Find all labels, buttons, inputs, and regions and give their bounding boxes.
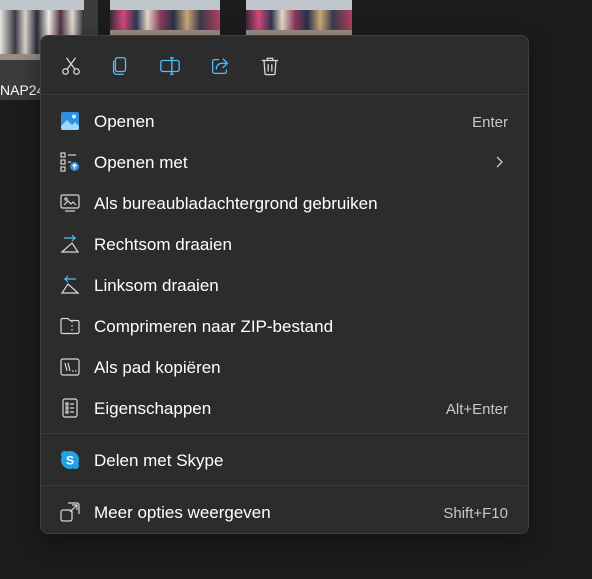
menu-item-properties[interactable]: Eigenschappen Alt+Enter [45,389,524,427]
menu-item-label: Linksom draaien [94,276,219,295]
menu-item-rotate-right[interactable]: Rechtsom draaien [45,225,524,263]
delete-icon [261,57,279,76]
menu-divider [42,94,527,95]
menu-item-open[interactable]: Openen Enter [45,102,524,140]
menu-item-label: Als bureaubladachtergrond gebruiken [94,194,378,213]
menu-item-shortcut: Enter [472,114,508,131]
share-icon [212,58,229,74]
copy-path-icon [60,357,80,377]
zip-folder-icon [60,316,80,336]
properties-icon [60,398,80,418]
svg-text:S: S [66,454,74,468]
image-icon [60,111,80,131]
copy-icon [112,57,127,75]
wallpaper-icon [60,193,80,213]
menu-item-shortcut: Shift+F10 [443,505,508,522]
rename-icon [160,57,180,75]
context-menu: Openen Enter Openen met Als bureaubladac… [40,35,529,534]
cut-button[interactable] [56,51,86,81]
chevron-right-icon [496,156,503,168]
menu-item-set-wallpaper[interactable]: Als bureaubladachtergrond gebruiken [45,184,524,222]
context-menu-toolbar [41,36,528,94]
menu-item-shortcut: Alt+Enter [445,401,508,418]
menu-divider [42,433,527,434]
rotate-left-icon [60,275,80,295]
menu-item-rotate-left[interactable]: Linksom draaien [45,266,524,304]
file-thumbnail[interactable] [110,0,220,36]
share-button[interactable] [205,51,235,81]
menu-item-label: Comprimeren naar ZIP-bestand [94,317,334,336]
file-name-label: NAP24 [0,82,45,98]
delete-button[interactable] [255,51,285,81]
menu-item-label: Rechtsom draaien [94,235,232,254]
skype-icon: S [60,450,80,470]
rename-button[interactable] [155,51,185,81]
menu-item-copy-as-path[interactable]: Als pad kopiëren [45,348,524,386]
menu-item-label: Als pad kopiëren [94,358,221,377]
menu-item-label: Eigenschappen [94,399,212,418]
more-options-icon [60,502,80,522]
menu-item-label: Openen [94,112,155,131]
file-thumbnail[interactable] [246,0,352,36]
menu-item-open-with[interactable]: Openen met [45,143,524,181]
rotate-right-icon [60,234,80,254]
menu-item-compress-zip[interactable]: Comprimeren naar ZIP-bestand [45,307,524,345]
menu-divider [42,485,527,486]
menu-item-share-skype[interactable]: S Delen met Skype [45,441,524,479]
menu-item-label: Meer opties weergeven [94,503,271,522]
open-with-icon [60,152,80,172]
copy-button[interactable] [105,51,135,81]
menu-item-label: Delen met Skype [94,451,224,470]
menu-item-label: Openen met [94,153,188,172]
cut-icon [62,57,80,75]
menu-item-show-more-options[interactable]: Meer opties weergeven Shift+F10 [45,493,524,531]
